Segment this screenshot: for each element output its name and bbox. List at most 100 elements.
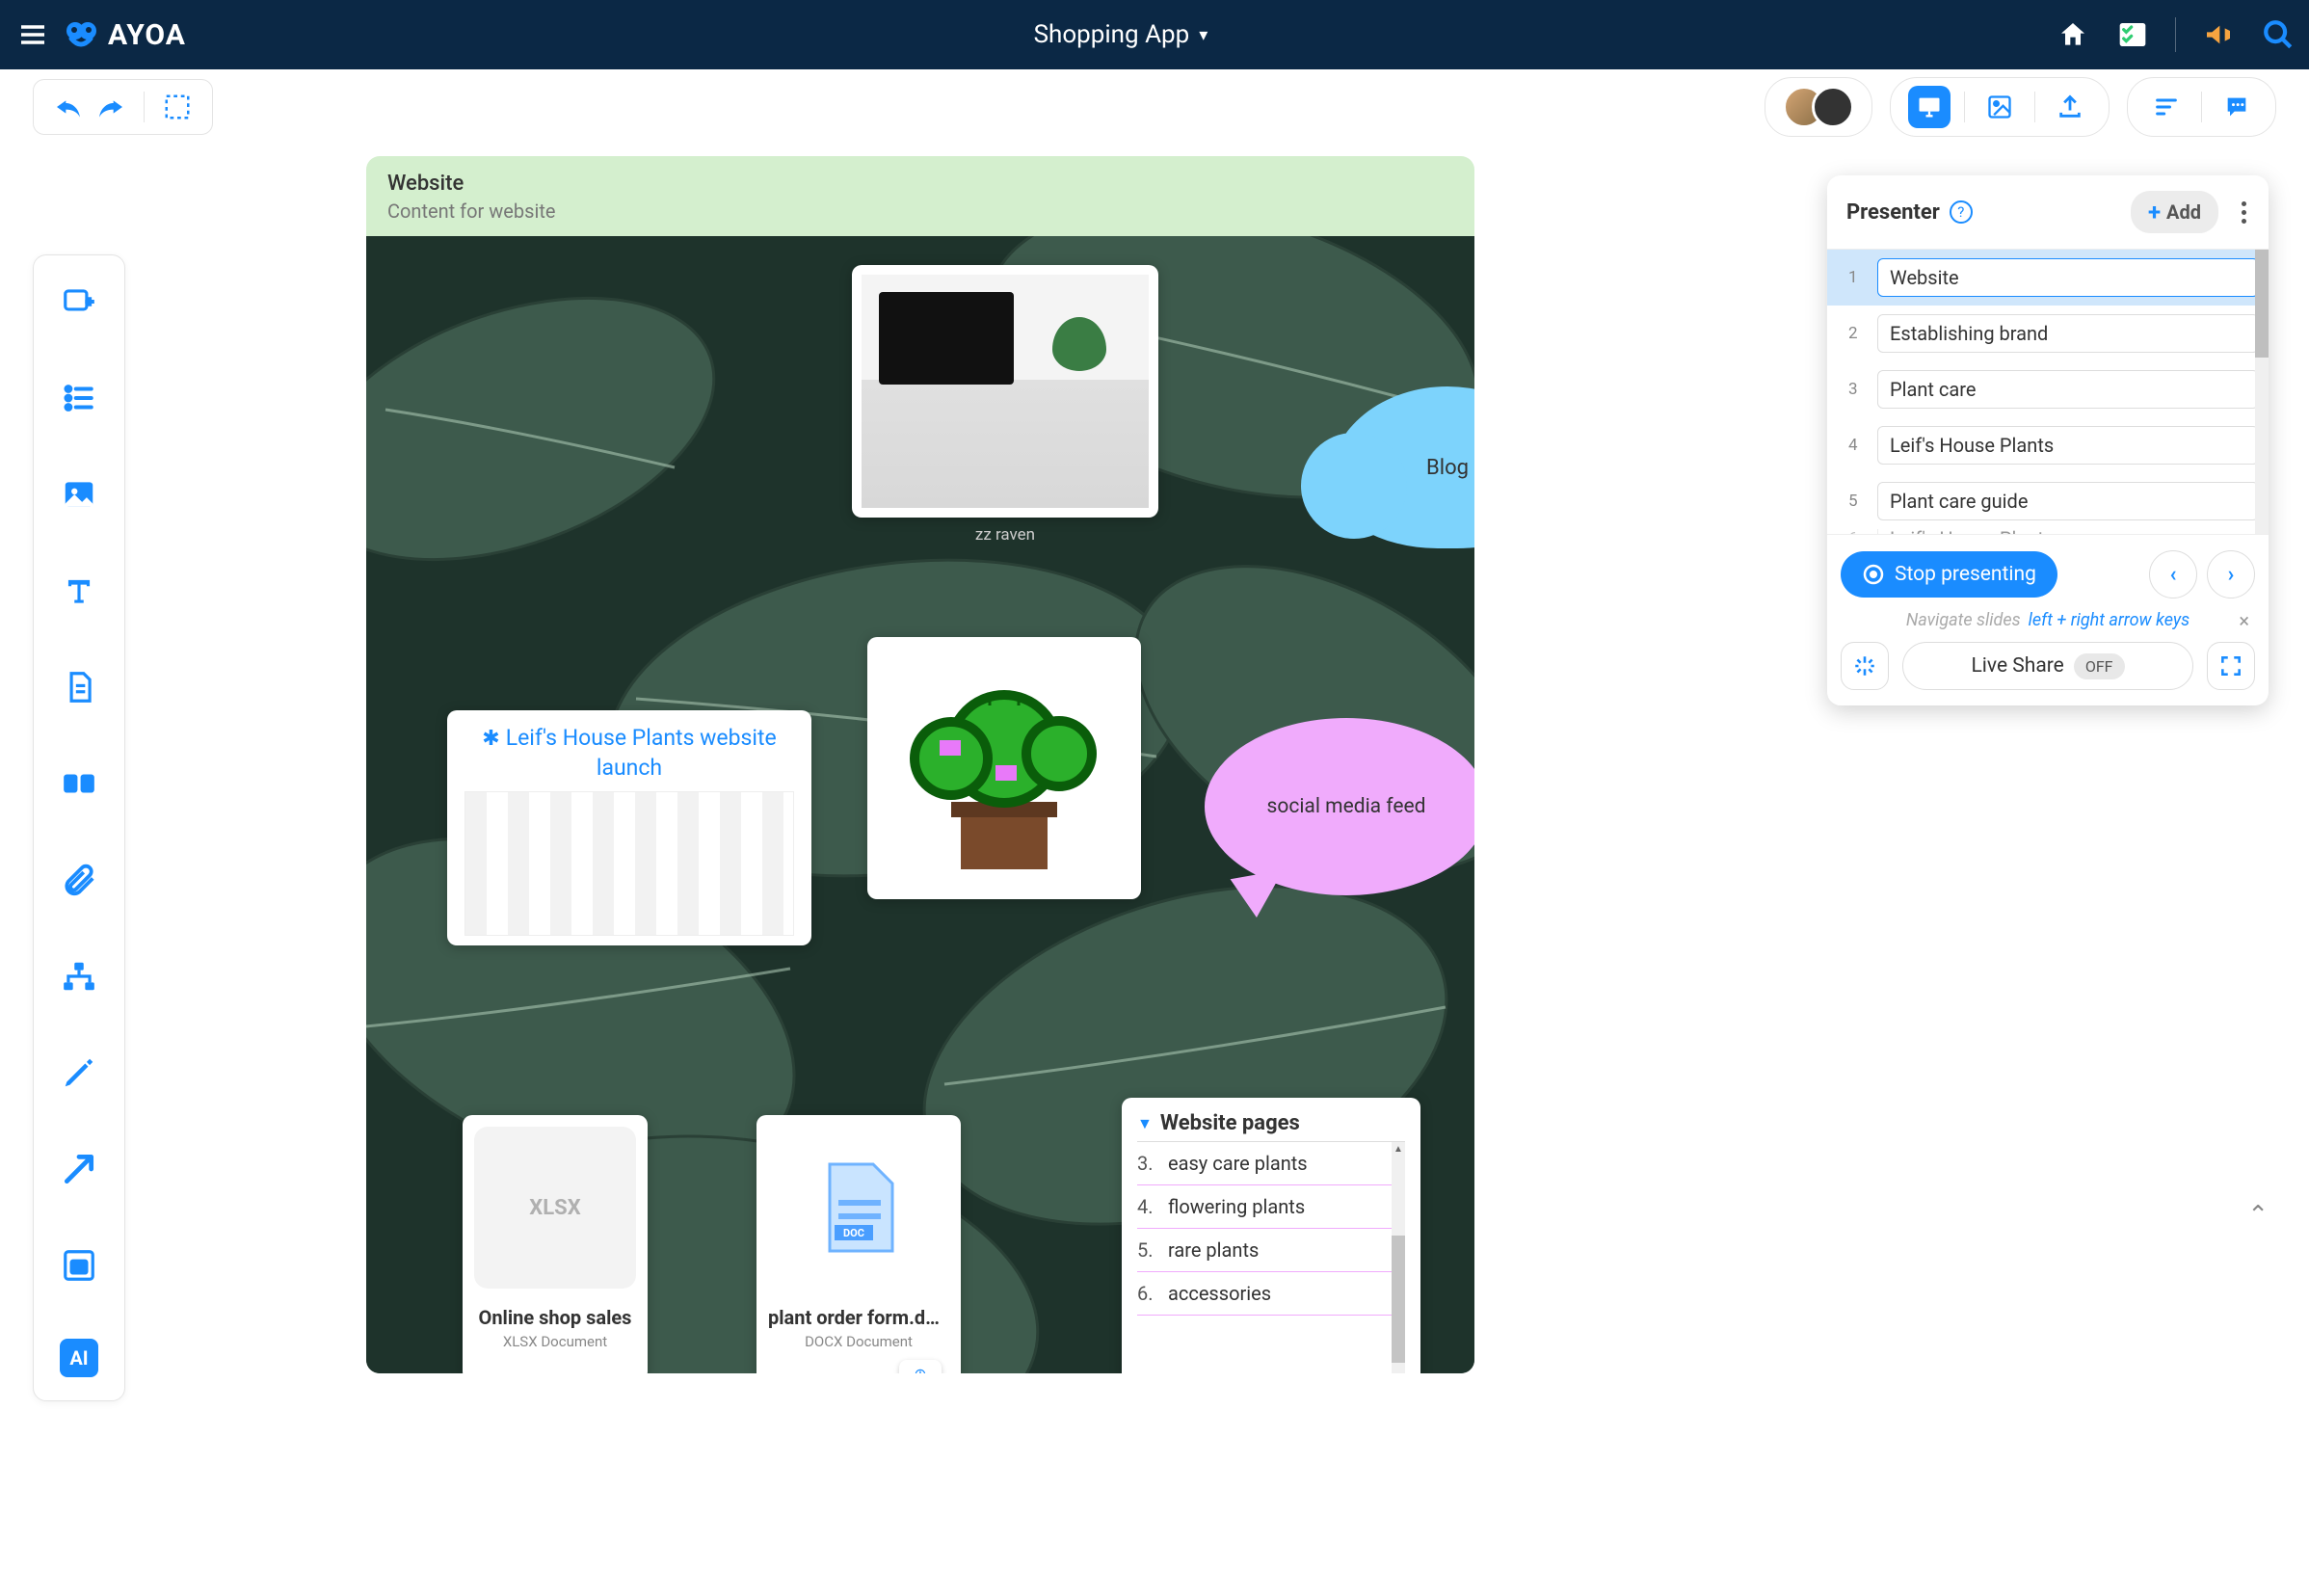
list-title: Website pages [1160,1111,1300,1135]
divider [144,92,145,122]
prev-slide-button[interactable]: ‹ [2149,550,2197,598]
pen-tool[interactable] [56,1050,102,1096]
home-button[interactable] [2056,17,2090,52]
arrow-tool[interactable] [56,1146,102,1192]
export-button[interactable] [2049,86,2091,128]
slide-title-input[interactable] [1877,529,2259,534]
presenter-panel: Presenter ? +Add 1 2 3 4 5 6 Stop presen… [1827,175,2269,705]
file-meta: XLSX Document [503,1333,607,1350]
board-subtitle: Content for website [387,200,1453,223]
presenter-title: Presenter [1846,200,1940,225]
redo-button[interactable] [92,88,130,126]
list-item[interactable]: 6.accessories [1137,1272,1405,1316]
list-item[interactable]: 4.flowering plants [1137,1185,1405,1229]
slide-title-input[interactable] [1877,482,2259,520]
title-dropdown-icon[interactable]: ▾ [1199,25,1208,45]
slides-list: 1 2 3 4 5 6 [1827,249,2269,534]
present-mode-button[interactable] [1908,86,1951,128]
launch-card[interactable]: ✱Leif's House Plants website launch [447,710,811,945]
list-item[interactable]: 5.rare plants [1137,1229,1405,1272]
slide-row[interactable]: 4 [1827,417,2269,473]
divider [1964,92,1965,122]
launch-thumbnail [464,791,794,936]
ai-tool[interactable]: AI [60,1339,98,1377]
presenter-header: Presenter ? +Add [1827,175,2269,249]
file-name: Online shop sales [474,1306,636,1329]
scrollbar[interactable] [2255,250,2269,534]
list-tool[interactable] [56,375,102,421]
chat-button[interactable] [2216,86,2258,128]
file-card-xlsx[interactable]: XLSX Online shop sales XLSX Document [463,1115,648,1373]
board-header[interactable]: Website Content for website [366,156,1474,236]
xlsx-icon: XLSX [474,1127,636,1289]
blog-cloud[interactable]: Blog [1330,386,1474,548]
document-tool[interactable] [56,664,102,710]
avatar-stack[interactable] [1783,86,1854,128]
scroll-thumb[interactable] [1392,1236,1405,1363]
slide-row[interactable]: 3 [1827,361,2269,417]
scrollbar[interactable]: ▲ ▼ [1392,1142,1405,1373]
secondary-toolbar [0,69,2309,145]
menu-button[interactable] [13,15,52,54]
help-icon[interactable]: ? [1950,200,1973,224]
checklist-button[interactable] [2115,17,2150,52]
add-card-tool[interactable] [56,279,102,325]
live-share-button[interactable]: Live Share OFF [1902,642,2193,690]
slide-row[interactable]: 2 [1827,306,2269,361]
cactus-icon [893,657,1115,879]
close-hint-button[interactable]: × [2239,609,2249,632]
group-tool[interactable] [56,1242,102,1289]
slide-title-input[interactable] [1877,370,2259,409]
slide-row[interactable]: 6 [1827,529,2269,534]
divider [2175,17,2176,52]
selection-tool[interactable] [158,88,197,126]
avatar[interactable] [1812,86,1854,128]
board-body[interactable]: zz raven Blog ✱Leif's House Plants websi… [366,236,1474,1373]
social-bubble[interactable]: social media feed [1205,718,1474,895]
docx-icon: DOC [778,1127,940,1289]
collapse-icon[interactable]: ▼ [1137,1114,1153,1133]
panel-group [2127,77,2276,137]
file-name: plant order form.docx [768,1306,949,1329]
list-item[interactable]: 3.easy care plants [1137,1142,1405,1185]
stop-presenting-button[interactable]: Stop presenting [1841,551,2057,598]
document-title[interactable]: Shopping App [1034,20,1190,49]
add-slide-button[interactable]: +Add [2131,191,2218,233]
more-menu-button[interactable] [2232,201,2255,224]
search-button[interactable] [2261,17,2296,52]
presenter-controls: Stop presenting ‹ › Navigate slides left… [1827,534,2269,705]
cactus-drawing[interactable] [867,637,1141,899]
scroll-thumb[interactable] [2255,250,2269,358]
attachment-tool[interactable] [56,857,102,903]
announce-button[interactable] [2201,17,2236,52]
slide-title-input[interactable] [1877,314,2259,353]
zoom-collapse-button[interactable]: ⌃ [2247,1201,2269,1230]
page-handle[interactable]: ⊕ [899,1360,942,1373]
fullscreen-button[interactable] [2207,642,2255,690]
embed-tool[interactable] [56,760,102,807]
svg-text:DOC: DOC [843,1227,864,1239]
top-bar: AYOA Shopping App ▾ [0,0,2309,69]
left-toolbar: AI [33,254,125,1401]
slide-title-input[interactable] [1877,258,2259,297]
photo-card[interactable] [852,265,1158,518]
image-tool[interactable] [56,471,102,518]
slide-row[interactable]: 5 [1827,473,2269,529]
file-card-docx[interactable]: DOC plant order form.docx DOCX Document [756,1115,961,1373]
image-mode-button[interactable] [1978,86,2021,128]
app-logo[interactable]: AYOA [62,15,186,54]
next-slide-button[interactable]: › [2207,550,2255,598]
sort-button[interactable] [2145,86,2188,128]
slide-title-input[interactable] [1877,426,2259,465]
center-view-button[interactable] [1841,642,1889,690]
scroll-up-icon[interactable]: ▲ [1392,1142,1405,1156]
slide-row[interactable]: 1 [1827,250,2269,306]
mindmap-tool[interactable] [56,953,102,999]
divider [2201,92,2202,122]
text-tool[interactable] [56,568,102,614]
canvas-board[interactable]: Website Content for website [366,156,1474,1405]
history-controls [33,79,213,135]
link-icon: ✱ [482,727,499,751]
undo-button[interactable] [49,88,88,126]
website-pages-list[interactable]: ▼ Website pages 3.easy care plants 4.flo… [1122,1098,1420,1373]
